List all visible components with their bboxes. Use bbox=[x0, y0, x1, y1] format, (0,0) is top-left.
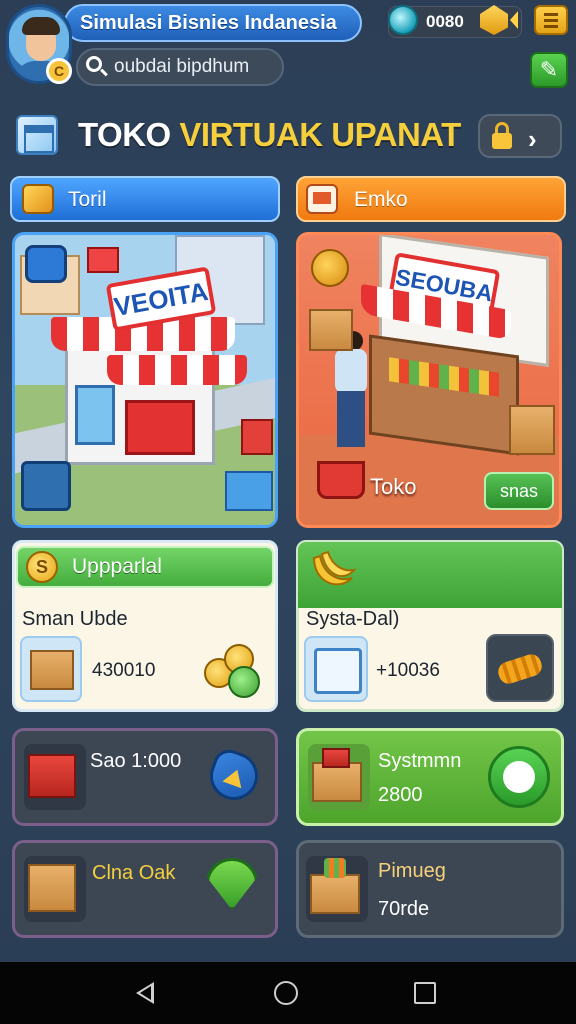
store-title: TOKO VIRTUAK UPANAT bbox=[78, 116, 461, 154]
box-icon bbox=[24, 856, 86, 922]
banana-icon bbox=[308, 548, 358, 594]
scene-label: Toko bbox=[370, 474, 417, 499]
card-d-label: Pimueg bbox=[378, 860, 446, 882]
card-b-value: 2800 bbox=[378, 784, 423, 806]
avatar-badge: C bbox=[46, 58, 72, 84]
card-a-label: Sao 1:000 bbox=[90, 750, 182, 772]
avatar-hair bbox=[22, 17, 60, 35]
screen-icon bbox=[304, 636, 368, 702]
box-icon bbox=[509, 405, 555, 455]
upgrade-subtitle: Sman Ubde bbox=[22, 608, 128, 630]
store-title-accent: VIRTUAK UPANAT bbox=[179, 116, 461, 153]
lock-icon bbox=[492, 122, 512, 150]
box-icon bbox=[306, 856, 368, 922]
person-pants bbox=[337, 391, 365, 447]
store-icon bbox=[16, 115, 58, 155]
shop-window bbox=[75, 385, 115, 445]
awning bbox=[107, 355, 247, 385]
recent-apps-icon[interactable] bbox=[414, 982, 436, 1004]
store-title-main: TOKO bbox=[78, 116, 171, 153]
chevron-right-icon: › bbox=[528, 124, 537, 154]
person-shirt bbox=[335, 349, 367, 393]
shop-counter bbox=[125, 400, 195, 455]
app-title: Simulasi Bisnies Indanesia bbox=[64, 4, 362, 42]
back-icon[interactable] bbox=[136, 982, 154, 1004]
cart-icon bbox=[87, 247, 119, 273]
menu-icon bbox=[544, 13, 558, 16]
toggle-button[interactable] bbox=[488, 746, 550, 808]
currency-value: 0080 bbox=[426, 12, 464, 31]
coin-icon: S bbox=[26, 551, 58, 583]
coin-icon bbox=[311, 249, 349, 287]
home-icon[interactable] bbox=[274, 981, 298, 1005]
tool-icon: ✎ bbox=[539, 57, 559, 82]
coins-icon bbox=[200, 640, 264, 700]
card-b-label: Systmmn bbox=[378, 750, 462, 772]
box-icon bbox=[22, 184, 54, 214]
snas-button[interactable]: snas bbox=[484, 472, 554, 510]
shelf-icon bbox=[241, 419, 273, 455]
basket-icon bbox=[317, 461, 365, 499]
tool-button[interactable]: ✎ bbox=[530, 52, 568, 88]
next-button[interactable] bbox=[478, 114, 562, 158]
arrow-left-icon bbox=[510, 11, 518, 29]
system-subtitle: Systa-Dal) bbox=[306, 608, 400, 630]
crate-icon bbox=[21, 461, 71, 511]
box-icon bbox=[308, 744, 370, 810]
flag-icon bbox=[306, 184, 338, 214]
roll-icon[interactable] bbox=[486, 634, 554, 702]
card-d-value: 70rde bbox=[378, 898, 430, 920]
upgrade-value: 430010 bbox=[92, 660, 156, 681]
box-icon bbox=[24, 744, 86, 810]
cart-icon bbox=[225, 471, 273, 511]
card-c-label: Clna Oak bbox=[92, 862, 176, 884]
menu-button[interactable] bbox=[534, 5, 568, 35]
search-input[interactable]: oubdai bipdhum bbox=[76, 48, 284, 86]
globe-icon bbox=[25, 245, 67, 283]
box-icon bbox=[20, 636, 82, 702]
search-icon bbox=[86, 56, 102, 72]
store-scene-left[interactable]: VEOITA bbox=[12, 232, 278, 528]
gem-icon bbox=[388, 5, 418, 35]
system-value: +10036 bbox=[376, 660, 440, 681]
box-icon bbox=[309, 309, 353, 351]
